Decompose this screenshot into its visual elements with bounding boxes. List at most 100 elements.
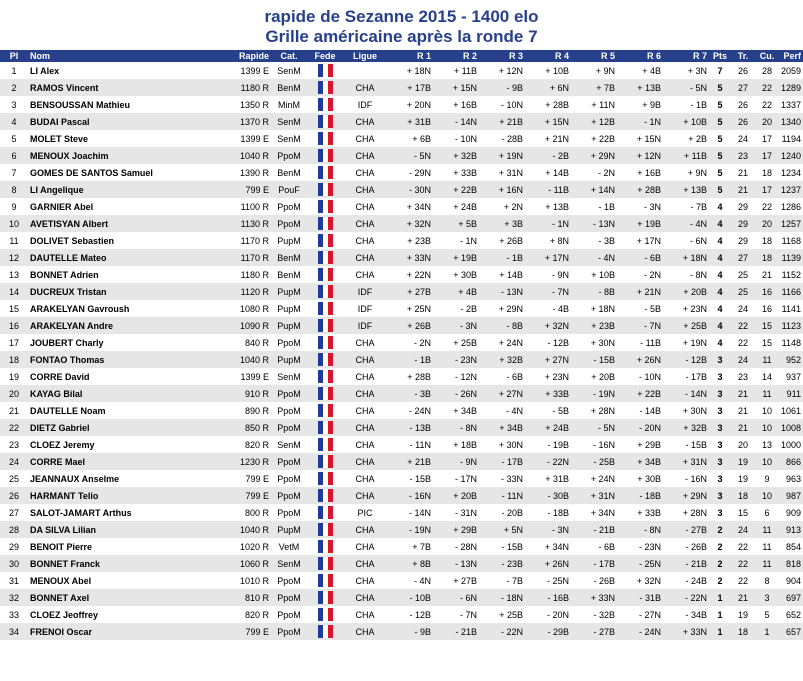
cell-name: BENOIT Pierre — [30, 541, 93, 552]
column-header-r-6: R 6 — [617, 50, 663, 62]
cell-round-7: - 17B — [685, 371, 707, 382]
cell-round-1: + 18N — [406, 65, 431, 76]
cell-round-2: + 11B — [453, 65, 477, 76]
table-row: 31 MENOUX Abel 1010 R PpoM CHA - 4N + 27B - 7B -… — [0, 572, 803, 589]
cell-performance: 1340 — [779, 113, 803, 130]
cell-round-2: + 20B — [433, 487, 479, 504]
cell-round-2: + 4B — [433, 283, 479, 300]
cell-round-7: - 8N — [689, 269, 707, 280]
cell-tiebreak-cu: 16 — [755, 283, 779, 300]
cell-federation — [307, 147, 343, 164]
cell-league: CHA — [343, 249, 387, 266]
cell-round-3: + 21B — [479, 113, 525, 130]
cell-round-1: + 21B — [387, 453, 433, 470]
cell-league: CHA — [343, 623, 387, 640]
cell-tiebreak-cu: 18 — [755, 249, 779, 266]
cell-tiebreak-cu: 10 — [761, 405, 772, 416]
cell-rank: 31 — [8, 575, 19, 586]
france-flag-icon — [317, 421, 333, 434]
cell-round-2: + 34B — [453, 405, 477, 416]
cell-rank: 34 — [0, 623, 28, 640]
cell-tiebreak-tr: 21 — [737, 405, 748, 416]
cell-rating: 1080 R — [239, 303, 269, 314]
cell-performance: 1237 — [779, 181, 803, 198]
cell-round-4: - 4B — [552, 303, 569, 314]
cell-round-4: - 22N — [525, 453, 571, 470]
cell-round-4: - 25N — [546, 575, 569, 586]
cell-round-3: + 24N — [498, 337, 523, 348]
cell-round-5: - 26B — [593, 575, 615, 586]
france-flag-icon — [317, 200, 333, 213]
cell-tiebreak-cu: 15 — [761, 337, 772, 348]
cell-round-6: + 9B — [642, 99, 661, 110]
cell-performance: 1148 — [781, 337, 801, 348]
cell-points: 5 — [709, 147, 731, 164]
table-row: 23 CLOEZ Jeremy 820 R SenM CHA - 11N + 18B + 30… — [0, 436, 803, 453]
cell-tiebreak-tr: 29 — [737, 201, 748, 212]
table-row: 1 LI Alex 1399 E SenM + 18N + 11B + 12N + 10B + … — [0, 62, 803, 79]
cell-name: MOLET Steve — [30, 133, 89, 144]
cell-performance: 818 — [779, 555, 803, 572]
cell-category: PpoM — [271, 419, 307, 436]
france-flag-icon — [317, 455, 333, 468]
column-header-tr: Tr. — [731, 50, 755, 62]
cell-round-7: - 4N — [663, 215, 709, 232]
cell-category: PpoM — [271, 385, 307, 402]
cell-category: SenM — [277, 371, 301, 382]
cell-round-1: + 17B — [387, 79, 433, 96]
cell-performance: 866 — [779, 453, 803, 470]
france-flag-icon — [317, 149, 333, 162]
cell-round-5: - 13N — [571, 215, 617, 232]
cell-points: 5 — [717, 99, 723, 110]
cell-round-6: - 14B — [639, 405, 661, 416]
cell-tiebreak-cu: 11 — [755, 555, 779, 572]
cell-performance: 1141 — [781, 303, 801, 314]
cell-tiebreak-tr: 21 — [731, 589, 755, 606]
cell-federation — [307, 623, 343, 640]
cell-round-6: + 16B — [637, 167, 661, 178]
cell-round-4: - 20N — [546, 609, 569, 620]
cell-category: PupM — [271, 317, 307, 334]
cell-round-5: - 21B — [571, 521, 617, 538]
table-row: 16 ARAKELYAN Andre 1090 R PupM IDF + 26B - 3N -… — [0, 317, 803, 334]
table-row: 21 DAUTELLE Noam 890 R PpoM CHA - 24N + 34B - 4… — [0, 402, 803, 419]
cell-round-1: - 29N — [408, 167, 431, 178]
cell-tiebreak-tr: 24 — [731, 351, 755, 368]
france-flag-icon — [317, 625, 333, 638]
cell-round-7: - 16N — [684, 473, 707, 484]
cell-round-1: + 6B — [412, 133, 431, 144]
cell-league: CHA — [355, 269, 375, 280]
column-header-r-2: R 2 — [433, 50, 479, 62]
cell-name: BONNET Axel — [28, 589, 218, 606]
cell-round-7: + 33N — [663, 623, 709, 640]
cell-round-5: + 11N — [591, 99, 615, 110]
cell-rank: 4 — [0, 113, 28, 130]
cell-name: CORRE David — [30, 371, 90, 382]
cell-rank: 20 — [0, 385, 28, 402]
cell-federation — [307, 266, 343, 283]
cell-federation — [307, 232, 343, 249]
cell-round-5: + 9N — [595, 65, 615, 76]
cell-tiebreak-tr: 29 — [737, 235, 748, 246]
cell-rating: 1120 R — [218, 283, 271, 300]
cell-rating: 800 R — [244, 507, 269, 518]
cell-round-6: - 31B — [617, 589, 663, 606]
cell-round-2: - 21B — [433, 623, 479, 640]
cell-league: CHA — [355, 235, 375, 246]
cell-rating: 1370 R — [218, 113, 271, 130]
cell-category: PpoM — [277, 575, 301, 586]
cell-name: GOMES DE SANTOS Samuel — [30, 167, 153, 178]
cell-category: PpoM — [277, 337, 301, 348]
cell-category: MinM — [278, 99, 300, 110]
cell-rank: 19 — [8, 371, 19, 382]
column-header-ligue: Ligue — [343, 50, 387, 62]
cell-performance: 1337 — [781, 99, 802, 110]
cell-round-2: - 2B — [460, 303, 477, 314]
cell-round-1: + 34N — [406, 201, 431, 212]
cell-name: LI Alex — [30, 65, 60, 76]
cell-tiebreak-tr: 26 — [737, 65, 748, 76]
table-header-row: Pl Nom Rapide Cat. Fede Ligue R 1R 2R 3R 4R 5R… — [0, 50, 803, 62]
cell-performance: 904 — [785, 575, 801, 586]
cell-rank: 30 — [0, 555, 28, 572]
cell-league: CHA — [355, 337, 375, 348]
